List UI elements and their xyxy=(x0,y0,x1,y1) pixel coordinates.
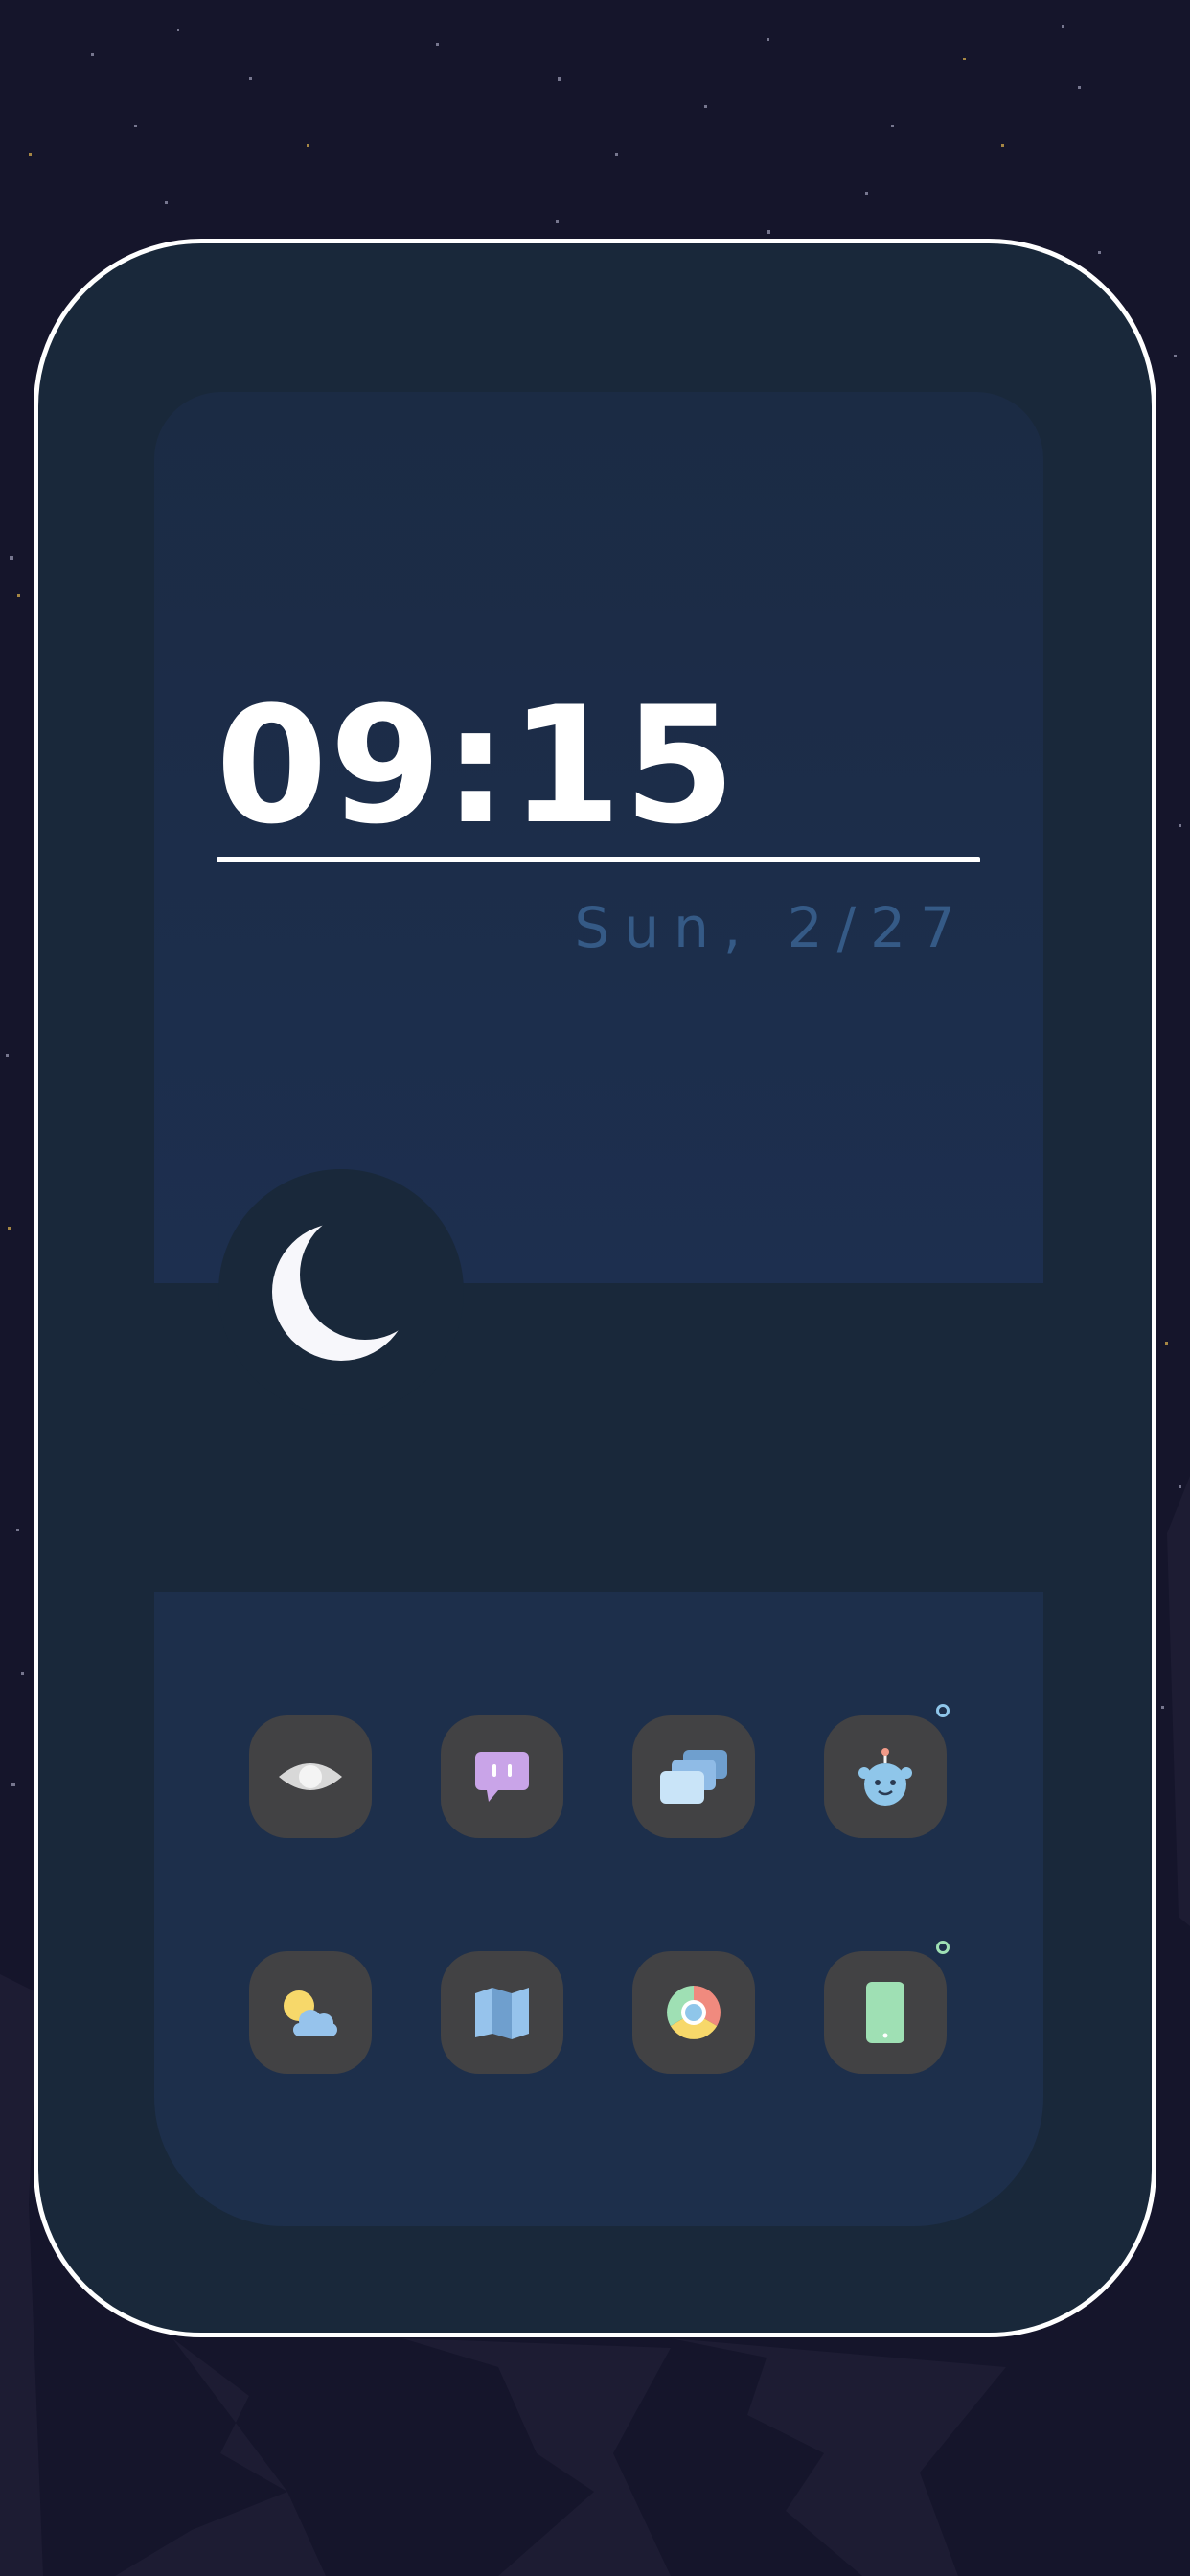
clock-date: Sun, 2/27 xyxy=(574,895,970,960)
phone-app-button[interactable] xyxy=(824,1951,947,2074)
smartphone-icon xyxy=(866,1982,904,2043)
windows-app-button[interactable] xyxy=(632,1715,755,1838)
app-drawer-panel xyxy=(154,1592,1043,2226)
robot-face-icon xyxy=(858,1748,912,1806)
stacked-windows-icon xyxy=(660,1750,727,1804)
clock-divider xyxy=(217,857,980,862)
weather-app-button[interactable] xyxy=(249,1951,372,2074)
chrome-icon xyxy=(667,1986,721,2039)
clock-time: 09:15 xyxy=(216,672,738,860)
moon-icon xyxy=(272,1223,410,1361)
moon-badge[interactable] xyxy=(218,1169,464,1414)
robot-app-notification-dot xyxy=(936,1704,950,1717)
robot-app-button[interactable] xyxy=(824,1715,947,1838)
sun-cloud-icon xyxy=(284,1990,337,2036)
eye-icon xyxy=(279,1763,342,1790)
map-icon xyxy=(475,1988,529,2039)
browser-app-button[interactable] xyxy=(632,1951,755,2074)
maps-app-button[interactable] xyxy=(441,1951,563,2074)
eye-app-button[interactable] xyxy=(249,1715,372,1838)
chat-bubble-icon xyxy=(475,1752,529,1802)
messages-app-button[interactable] xyxy=(441,1715,563,1838)
phone-frame: 09:15 Sun, 2/27 xyxy=(34,239,1156,2337)
phone-app-notification-dot xyxy=(936,1941,950,1954)
